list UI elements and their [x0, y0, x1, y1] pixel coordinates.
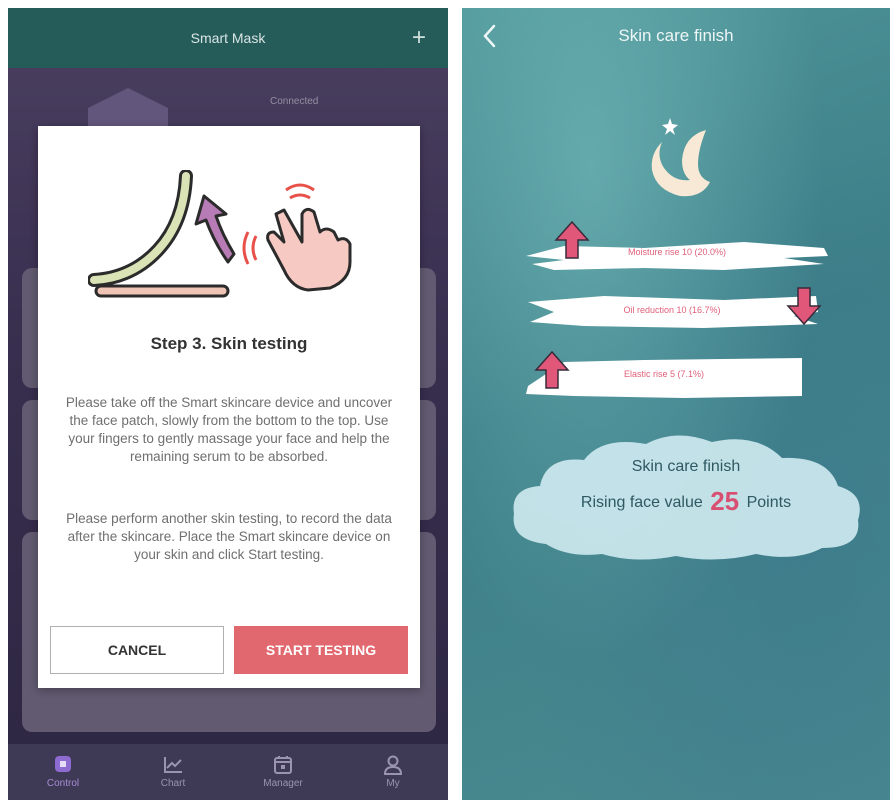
page-title: Skin care finish — [618, 26, 734, 45]
arrow-up-icon — [554, 220, 590, 259]
chart-icon — [164, 757, 182, 773]
nav-item-my[interactable]: My — [338, 744, 448, 800]
hand-icon — [266, 207, 352, 292]
result-elastic: Elastic rise 5 (7.1%) — [524, 350, 804, 398]
result-text: Oil reduction 10 (16.7%) — [623, 305, 721, 315]
plus-icon[interactable]: + — [412, 24, 426, 52]
result-oil: Oil reduction 10 (16.7%) — [524, 287, 822, 332]
summary-score: Rising face value 25 Points — [506, 486, 866, 517]
left-screen: Smart Mask + Connected Step 3. Skin test… — [8, 8, 448, 800]
app-header: Smart Mask + — [8, 8, 448, 68]
instruction-text: Please take off the Smart skincare devic… — [65, 395, 393, 464]
nav-item-chart[interactable]: Chart — [118, 744, 228, 800]
start-testing-button[interactable]: START TESTING — [234, 626, 408, 674]
instruction-text-2: Please perform another skin testing, to … — [66, 511, 392, 562]
right-screen: Skin care finish Moisture rise 10 (20.0%… — [462, 8, 890, 800]
dialog-title: Step 3. Skin testing — [150, 334, 308, 353]
result-moisture: Moisture rise 10 (20.0%) — [524, 220, 830, 274]
nav-item-control[interactable]: Control — [8, 744, 118, 800]
patch-base — [94, 284, 230, 298]
bottom-nav: Control Chart Manager My — [8, 744, 448, 800]
wave-icon — [242, 231, 250, 265]
control-icon — [55, 756, 71, 772]
nav-item-manager[interactable]: Manager — [228, 744, 338, 800]
user-icon — [383, 755, 403, 775]
peel-patch-illustration — [88, 170, 352, 298]
score-value: 25 — [710, 486, 740, 516]
score-prefix: Rising face value — [580, 494, 703, 511]
face-silhouette-logo — [651, 118, 710, 197]
arrow-up-icon — [534, 350, 570, 389]
score-suffix: Points — [746, 494, 792, 511]
curl-arrow-icon — [194, 194, 236, 264]
summary-title: Skin care finish — [631, 458, 741, 475]
arrow-down-icon — [786, 287, 822, 326]
app-title: Smart Mask — [190, 30, 266, 46]
cancel-button[interactable]: CANCEL — [50, 626, 224, 674]
calendar-icon — [274, 756, 292, 774]
skin-testing-dialog: Step 3. Skin testing Please take off the… — [38, 126, 420, 688]
